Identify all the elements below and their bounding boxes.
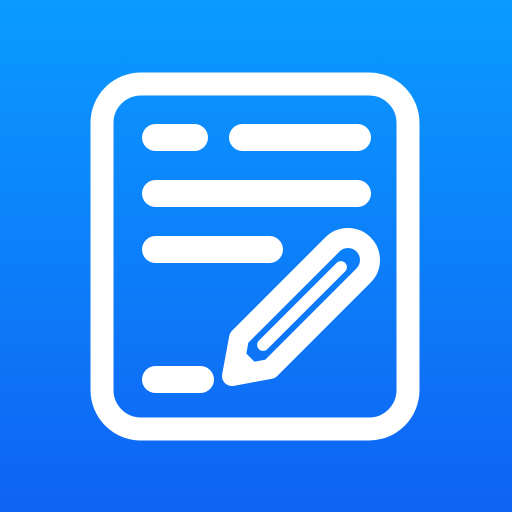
app-icon-graphic [0, 0, 512, 512]
app-icon [0, 0, 512, 512]
text-line-bottom [142, 366, 214, 393]
text-line-long-top [229, 124, 371, 151]
text-line-full [142, 180, 371, 207]
text-line-medium [142, 236, 283, 263]
text-line-short-top [142, 124, 208, 151]
